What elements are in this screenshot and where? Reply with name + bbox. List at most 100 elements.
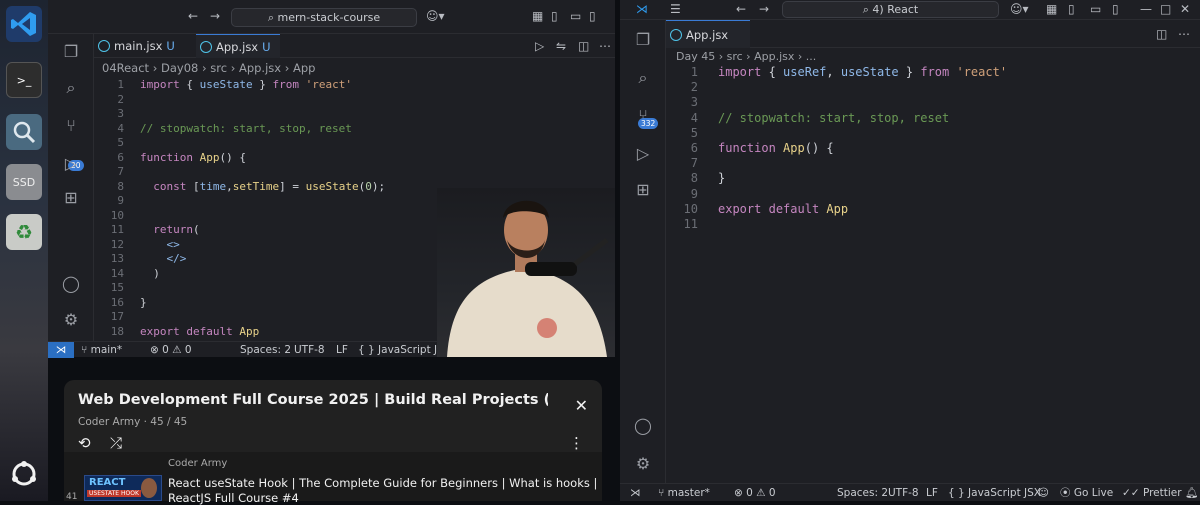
- copilot-icon[interactable]: ☺▾: [426, 9, 445, 23]
- go-live-button[interactable]: ⦿ Go Live: [1060, 484, 1113, 502]
- problems-indicator[interactable]: ⊗ 0 ⚠ 0: [150, 342, 192, 358]
- branch-indicator[interactable]: ⑂ master*: [658, 484, 710, 502]
- minimize-icon[interactable]: —: [1140, 2, 1152, 16]
- copilot-status-icon[interactable]: ☺: [1038, 484, 1049, 502]
- branch-indicator[interactable]: ⑂ main*: [81, 342, 122, 358]
- accounts-icon[interactable]: ◯: [61, 274, 81, 294]
- problems-indicator[interactable]: ⊗ 0 ⚠ 0: [734, 484, 776, 502]
- code-text[interactable]: const [time,setTime] = useState(0);: [140, 180, 385, 195]
- breadcrumb-item[interactable]: App.jsx: [754, 50, 794, 63]
- video-thumbnail[interactable]: REACT USESTATE HOOK: [84, 475, 162, 501]
- ssd-drive-dock-icon[interactable]: SSD: [6, 164, 42, 200]
- show-apps-icon[interactable]: [6, 456, 42, 492]
- back-arrow-icon[interactable]: ←: [188, 9, 198, 23]
- explorer-icon[interactable]: ❐: [61, 42, 81, 62]
- breadcrumb-item[interactable]: src: [727, 50, 743, 63]
- tab-main-jsx[interactable]: main.jsx U: [94, 34, 196, 58]
- breadcrumb-item[interactable]: App: [293, 61, 315, 75]
- video-title[interactable]: React useState Hook | The Complete Guide…: [168, 476, 597, 490]
- playlist-item[interactable]: Coder Army 41 REACT USESTATE HOOK React …: [64, 452, 602, 505]
- tab-app-jsx[interactable]: App.jsx: [666, 20, 750, 48]
- code-text[interactable]: ): [140, 267, 160, 282]
- search-icon[interactable]: ⌕: [633, 68, 653, 88]
- indentation-indicator[interactable]: Spaces: 2: [240, 342, 291, 358]
- video-title-continued[interactable]: ReactJS Full Course #4: [168, 491, 299, 505]
- run-debug-icon[interactable]: ▷: [633, 144, 653, 164]
- remote-indicator-icon[interactable]: ⋊: [48, 342, 74, 358]
- back-arrow-icon[interactable]: ←: [736, 2, 746, 16]
- command-center-search[interactable]: ⌕ mern-stack-course: [231, 8, 417, 27]
- maximize-icon[interactable]: □: [1160, 2, 1171, 16]
- notifications-bell-icon[interactable]: 🔔︎: [1185, 484, 1198, 502]
- split-editor-icon[interactable]: ◫: [578, 39, 589, 53]
- breadcrumb-item[interactable]: src: [210, 61, 227, 75]
- line-number: 3: [117, 107, 124, 120]
- compare-icon[interactable]: ⇋: [556, 39, 566, 53]
- close-window-icon[interactable]: ✕: [1180, 2, 1190, 16]
- menu-icon[interactable]: ☰: [670, 2, 681, 16]
- shuffle-icon[interactable]: ⤮: [110, 434, 122, 452]
- code-text[interactable]: }: [718, 171, 725, 186]
- source-control-icon[interactable]: ⑂: [61, 116, 81, 136]
- toggle-panel-icon[interactable]: ▭: [1090, 2, 1101, 16]
- code-text[interactable]: import { useRef, useState } from 'react': [718, 65, 1007, 80]
- trash-dock-icon[interactable]: ♻: [6, 214, 42, 250]
- eol-indicator[interactable]: LF: [336, 342, 348, 358]
- language-indicator[interactable]: { } JavaScript JSX: [948, 484, 1041, 502]
- code-text[interactable]: // stopwatch: start, stop, reset: [140, 122, 352, 137]
- layout-icon[interactable]: ▦: [1046, 2, 1057, 16]
- run-debug-icon[interactable]: ▷: [61, 154, 81, 174]
- code-text[interactable]: <>: [140, 238, 180, 253]
- magnifier-dock-icon[interactable]: [6, 114, 42, 150]
- terminal-dock-icon[interactable]: >_: [6, 62, 42, 98]
- more-actions-icon[interactable]: ⋯: [599, 39, 611, 53]
- breadcrumb-item[interactable]: Day 45: [676, 50, 715, 63]
- more-actions-icon[interactable]: ⋯: [1178, 27, 1190, 41]
- settings-gear-icon[interactable]: ⚙: [61, 310, 81, 330]
- split-editor-icon[interactable]: ◫: [1156, 27, 1167, 41]
- code-text[interactable]: // stopwatch: start, stop, reset: [718, 111, 949, 126]
- loop-icon[interactable]: ⟲: [78, 434, 91, 452]
- code-text[interactable]: export default App: [718, 202, 848, 217]
- eol-indicator[interactable]: LF: [926, 484, 938, 502]
- command-center-search[interactable]: ⌕ 4) React: [782, 1, 999, 18]
- code-text[interactable]: }: [140, 296, 147, 311]
- encoding-indicator[interactable]: UTF-8: [888, 484, 919, 502]
- code-text[interactable]: export default App: [140, 325, 259, 340]
- encoding-indicator[interactable]: UTF-8: [294, 342, 325, 358]
- extensions-icon[interactable]: ⊞: [61, 188, 81, 208]
- code-text[interactable]: return(: [140, 223, 199, 238]
- toggle-secondary-sidebar-icon[interactable]: ▯: [589, 9, 596, 23]
- search-icon[interactable]: ⌕: [61, 78, 81, 98]
- toggle-secondary-sidebar-icon[interactable]: ▯: [1112, 2, 1119, 16]
- run-icon[interactable]: ▷: [535, 39, 544, 53]
- breadcrumb-item[interactable]: 04React: [102, 61, 149, 75]
- toggle-sidebar-icon[interactable]: ▯: [1068, 2, 1075, 16]
- prettier-indicator[interactable]: ✓✓ Prettier: [1122, 484, 1182, 502]
- close-icon[interactable]: ✕: [575, 396, 588, 415]
- toggle-panel-icon[interactable]: ▭: [570, 9, 581, 23]
- more-options-icon[interactable]: ⋮: [569, 434, 584, 452]
- playlist-title[interactable]: Web Development Full Course 2025 | Build…: [78, 392, 548, 408]
- extensions-icon[interactable]: ⊞: [633, 180, 653, 200]
- layout-icon[interactable]: ▦: [532, 9, 543, 23]
- code-text[interactable]: import { useState } from 'react': [140, 78, 352, 93]
- settings-gear-icon[interactable]: ⚙: [633, 454, 653, 474]
- accounts-icon[interactable]: ◯: [633, 416, 653, 436]
- code-text[interactable]: function App() {: [718, 141, 834, 156]
- indentation-indicator[interactable]: Spaces: 2: [837, 484, 888, 502]
- vscode-dock-icon[interactable]: [6, 6, 42, 42]
- breadcrumb-item[interactable]: ...: [806, 50, 817, 63]
- forward-arrow-icon[interactable]: →: [759, 2, 769, 16]
- explorer-icon[interactable]: ❐: [633, 30, 653, 50]
- right-code-editor[interactable]: 1 import { useRef, useState } from 'react…: [666, 64, 1200, 483]
- copilot-icon[interactable]: ☺▾: [1010, 2, 1029, 16]
- forward-arrow-icon[interactable]: →: [210, 9, 220, 23]
- breadcrumb-item[interactable]: App.jsx: [239, 61, 281, 75]
- remote-indicator-icon[interactable]: ⋊: [630, 484, 641, 502]
- code-text[interactable]: function App() {: [140, 151, 246, 166]
- code-text[interactable]: </>: [140, 252, 187, 267]
- tab-app-jsx[interactable]: App.jsx U: [196, 34, 280, 58]
- breadcrumb-item[interactable]: Day08: [161, 61, 198, 75]
- toggle-sidebar-icon[interactable]: ▯: [551, 9, 558, 23]
